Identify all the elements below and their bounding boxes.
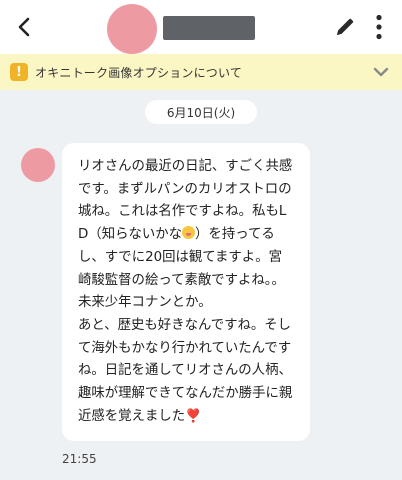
message-line: です。まずルパンのカリオストロの [78, 181, 292, 197]
image-option-banner[interactable]: ! オキニトーク画像オプションについて [0, 54, 402, 90]
heart-exclamation-emoji: ❣️ [185, 408, 202, 424]
message-timestamp: 21:55 [62, 452, 97, 466]
message-line: 崎駿監督の絵って素敵ですよね。。 [78, 272, 285, 288]
message-text: ）を持ってる [195, 227, 275, 243]
contact-name-redacted[interactable] [163, 16, 255, 40]
banner-text: オキニトーク画像オプションについて [35, 65, 243, 80]
top-bar [0, 0, 402, 54]
back-button[interactable] [10, 12, 38, 42]
message-line: D（知らないかな ）を持ってる [78, 224, 296, 247]
message-line: 趣味が理解できてなんだか勝手に親 [78, 386, 293, 402]
message-line: 未来少年コナンとか。 [78, 295, 212, 311]
message-line: 近感を覚えました❣️ [78, 406, 296, 429]
chevron-left-icon [18, 17, 30, 37]
message-text: 近感を覚えました [78, 408, 186, 424]
message-line: 城ね。これは名作ですよね。私もL [78, 204, 287, 220]
warning-icon: ! [10, 63, 28, 81]
more-vertical-icon [376, 14, 382, 40]
sender-avatar[interactable] [21, 148, 55, 182]
blushing-face-emoji [182, 226, 196, 240]
edit-button[interactable] [332, 12, 358, 42]
message-line: あと、歴史も好きなんですね。そし [78, 317, 292, 333]
contact-avatar[interactable] [107, 4, 157, 54]
message-line: し、すでに20回は観てますよ。宮 [78, 249, 282, 265]
message-line: リオさんの最近の日記、すごく共感 [78, 159, 293, 174]
pen-icon [337, 18, 354, 35]
message-bubble[interactable]: リオさんの最近の日記、すごく共感 です。まずルパンのカリオストロの 城ね。これは… [62, 143, 310, 441]
message-line: ね。日記を通してリオさんの人柄、 [78, 363, 292, 379]
message-line: て海外もかなり行かれていたんです [78, 340, 292, 356]
date-separator: 6月10日(火) [145, 100, 257, 124]
message-text: D（知らないかな [78, 227, 183, 243]
more-menu-button[interactable] [366, 12, 392, 42]
chevron-down-icon[interactable] [372, 63, 390, 81]
